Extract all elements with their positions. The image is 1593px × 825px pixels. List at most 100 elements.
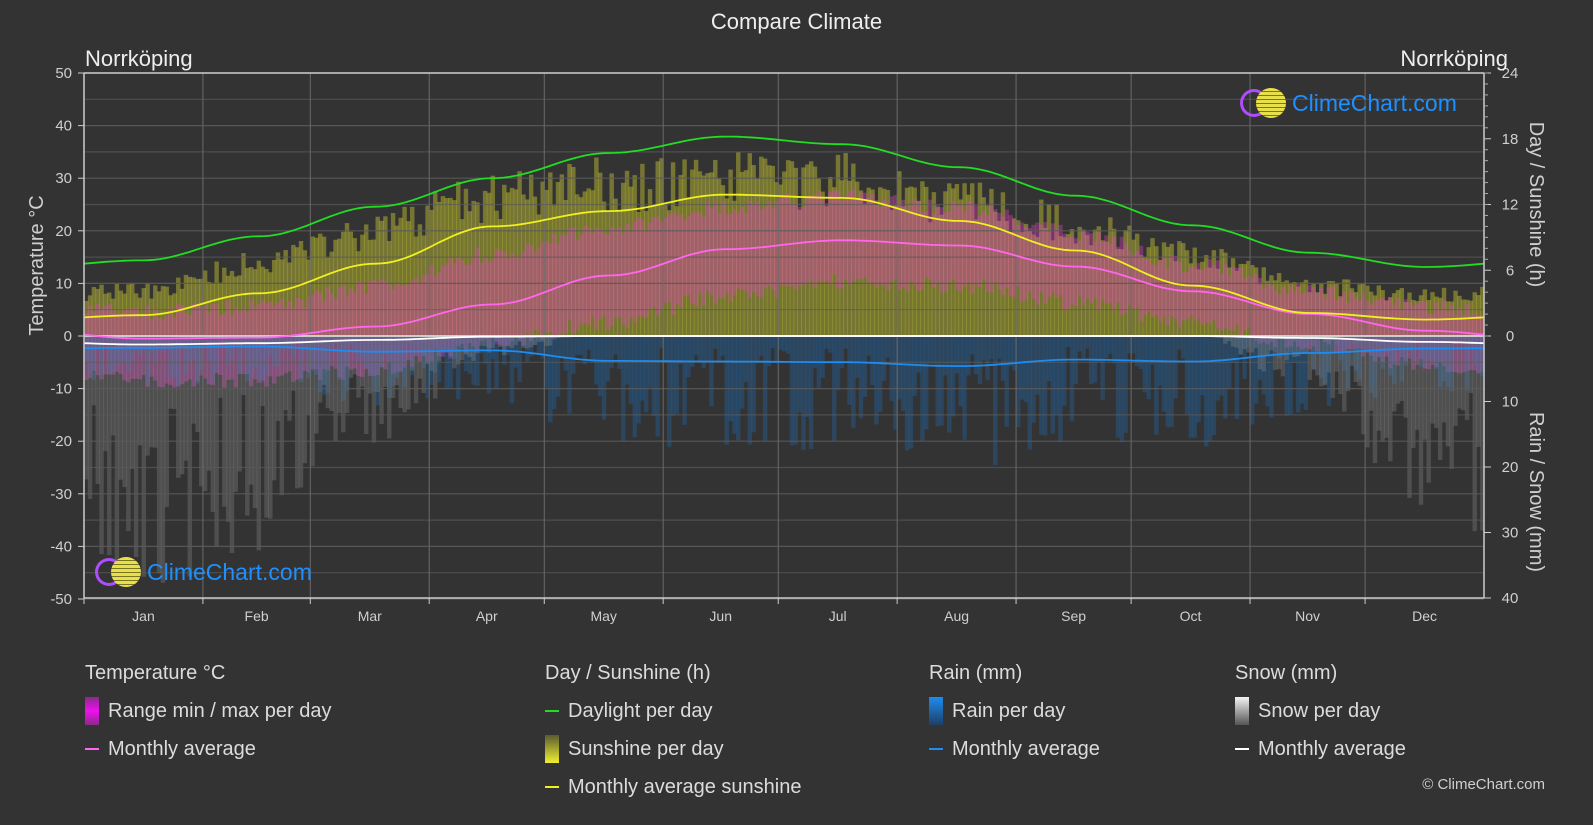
temp-range-day-bar <box>709 207 714 296</box>
snow-day-bar <box>156 336 162 574</box>
snow-day-bar <box>348 336 354 378</box>
rain-day-bar <box>778 336 783 350</box>
snow-day-bar <box>1414 336 1420 430</box>
snow-day-bar <box>1399 336 1405 401</box>
temp-range-day-bar <box>962 210 967 287</box>
rain-day-bar <box>1165 336 1171 428</box>
temp-range-day-bar <box>728 213 733 302</box>
logo-bottom-left[interactable]: ClimeChart.com <box>95 557 312 587</box>
snow-day-bar <box>344 336 350 413</box>
rain-day-bar <box>996 336 1002 359</box>
snow-day-bar <box>233 336 239 492</box>
rain-day-bar <box>970 336 975 355</box>
temp-range-day-bar <box>1008 215 1013 297</box>
rain-day-bar <box>789 336 795 446</box>
rain-day-bar <box>655 336 660 437</box>
temp-range-day-bar <box>693 211 699 307</box>
daily-bands <box>84 152 1485 583</box>
temp-range-day-bar <box>1092 241 1098 299</box>
legend-item: Rain per day <box>929 697 1100 725</box>
snow-day-bar <box>110 336 116 436</box>
left-tick-label: -30 <box>50 486 72 503</box>
rain-avg-swatch <box>929 748 943 750</box>
left-tick-label: -50 <box>50 591 72 608</box>
rain-day-bar <box>1223 336 1228 419</box>
snow-day-bar <box>525 336 530 349</box>
temp-range-day-bar <box>885 201 891 290</box>
snow-day-bar <box>413 336 419 404</box>
temp-range-day-bar <box>1035 222 1040 305</box>
temp-range-day-bar <box>644 231 649 318</box>
temp-range-day-bar <box>536 247 542 333</box>
rain-day-bar <box>870 336 875 386</box>
snow-day-bar <box>1257 336 1263 370</box>
snow-day-bar <box>1391 336 1397 412</box>
snow-day-bar <box>95 336 100 484</box>
temp-range-day-bar <box>551 233 557 340</box>
temp-range-day-bar <box>467 264 472 343</box>
snow-day-bar <box>237 336 242 472</box>
rain-day-bar <box>1215 336 1220 401</box>
rain-day-bar <box>1192 336 1197 438</box>
legend-item: Daylight per day <box>545 699 801 723</box>
legend-label: Monthly average <box>1258 737 1406 760</box>
temp-range-day-bar <box>1234 267 1240 325</box>
snow-day-bar <box>1422 336 1428 440</box>
snow-day-bar <box>321 336 327 385</box>
rain-day-bar <box>1065 336 1071 347</box>
snow-day-bar <box>137 336 143 446</box>
rain-day-bar <box>1104 336 1109 359</box>
month-label: Mar <box>358 608 382 624</box>
snow-day-bar <box>402 336 407 413</box>
temp-range-day-bar <box>459 260 465 345</box>
temp-range-day-bar <box>490 259 496 338</box>
logo-top-right[interactable]: ClimeChart.com <box>1240 88 1457 118</box>
temp-range-day-bar <box>732 209 737 296</box>
temp-range-day-bar <box>839 200 845 289</box>
snow-day-bar <box>1230 336 1236 347</box>
rain-day-bar <box>793 336 799 445</box>
snow-day-bar <box>195 336 200 432</box>
rain-day-bar <box>1023 336 1029 403</box>
temp-range-day-bar <box>828 191 833 285</box>
sunshine-swatch <box>545 735 559 763</box>
left-tick-label: 20 <box>55 223 72 240</box>
snow-day-bar <box>298 336 304 488</box>
rain-day-bar <box>720 336 726 356</box>
rain-day-bar <box>1050 336 1056 434</box>
snow-day-bar <box>183 336 189 461</box>
right-bottom-axis-title: Rain / Snow (mm) <box>1525 412 1547 572</box>
left-tick-label: 10 <box>55 275 72 292</box>
logo-sun-icon <box>111 557 141 587</box>
temp-range-day-bar <box>843 196 848 280</box>
right-top-axis-title: Day / Sunshine (h) <box>1525 122 1547 288</box>
snow-day-bar <box>417 336 423 379</box>
snow-day-bar <box>1472 336 1477 532</box>
rain-day-bar <box>1184 336 1190 415</box>
snow-day-bar <box>160 336 166 583</box>
rain-day-bar <box>851 336 856 428</box>
rain-day-bar <box>1204 336 1209 447</box>
legend-label: Monthly average sunshine <box>568 775 802 798</box>
left-tick-label: -20 <box>50 433 72 450</box>
temp-range-day-bar <box>640 220 645 317</box>
rain-day-bar <box>985 336 990 381</box>
temp-range-day-bar <box>801 206 806 285</box>
snow-day-bar <box>1476 336 1481 447</box>
temp-range-day-bar <box>690 212 695 304</box>
temp-range-day-bar <box>456 256 461 347</box>
month-label: Jun <box>709 608 732 624</box>
rain-day-bar <box>981 336 986 361</box>
temp-range-day-bar <box>1131 255 1136 309</box>
snow-day-bar <box>126 336 131 531</box>
temp-range-day-bar <box>509 253 515 342</box>
snow-day-bar <box>222 336 227 507</box>
rain-day-bar <box>1039 336 1044 435</box>
temp-range-day-bar <box>973 205 979 285</box>
rain-day-bar <box>1234 336 1240 419</box>
right-top-tick-label: 18 <box>1502 131 1519 148</box>
snow-day-bar <box>502 336 507 356</box>
temp-range-day-bar <box>628 231 634 318</box>
temp-range-day-bar <box>889 196 894 282</box>
right-bottom-tick-label: 10 <box>1502 394 1519 411</box>
